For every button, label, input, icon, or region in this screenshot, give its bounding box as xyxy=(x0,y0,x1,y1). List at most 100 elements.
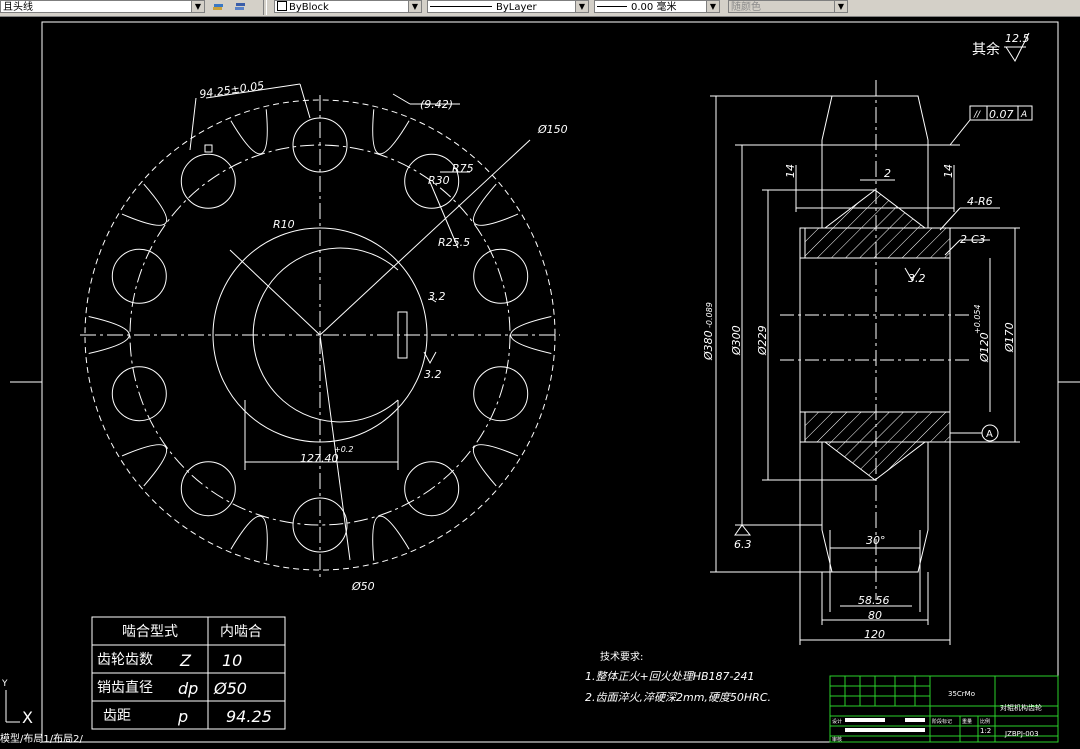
dim-r75: R75 xyxy=(452,162,474,175)
lineweight-dropdown[interactable]: 0.00 毫米 ▼ xyxy=(594,0,720,13)
tooth-flank xyxy=(230,515,268,561)
table-row-symbol: Z xyxy=(179,651,192,670)
dim-phi380: Ø380 xyxy=(702,330,715,361)
scale-value: 1:2 xyxy=(980,727,991,735)
linetype-value: ByLayer xyxy=(496,2,537,13)
chevron-down-icon[interactable]: ▼ xyxy=(834,1,847,12)
tooth-flank xyxy=(472,183,519,226)
color-swatch-icon xyxy=(277,1,287,11)
dim-pitch-tol: 94.25±0.05 xyxy=(199,79,265,101)
properties-toolbar: 且头线 ▼ ByBlock ▼ ByLayer ▼ 0.00 毫米 ▼ 随颜色 … xyxy=(0,0,1080,17)
pin-circle xyxy=(180,461,236,517)
linetype-dropdown[interactable]: ByLayer ▼ xyxy=(427,0,589,13)
hatch-upper-hub xyxy=(804,227,951,259)
dim-5856: 58.56 xyxy=(858,594,890,607)
table-row-value: 10 xyxy=(222,651,242,670)
lineweight-preview xyxy=(597,6,627,7)
dim-phi380-tol: -0.089 xyxy=(705,302,714,328)
hole-marker xyxy=(204,144,213,153)
chevron-down-icon[interactable]: ▼ xyxy=(575,1,588,12)
dim-14-right: 14 xyxy=(942,164,955,178)
leader-line xyxy=(949,119,971,146)
toolbar-separator xyxy=(263,0,267,15)
dim-phi170: Ø170 xyxy=(1003,322,1016,353)
table-row-label: 齿轮齿数 xyxy=(97,652,153,668)
hatch-upper-tooth xyxy=(823,189,927,229)
dim-phi300: Ø300 xyxy=(730,325,743,356)
tolerance-datum: A xyxy=(1020,110,1027,120)
layer-previous-icon[interactable] xyxy=(234,1,246,12)
dim-phi120-tol: +0.054 xyxy=(973,304,982,334)
roughness-note: 其余 12.5 xyxy=(972,32,1030,63)
chevron-down-icon[interactable]: ▼ xyxy=(408,1,421,12)
layer-manager-icon[interactable] xyxy=(212,1,224,12)
drawing-number: JZBPJ-003 xyxy=(1004,730,1039,738)
color-dropdown[interactable]: ByBlock ▼ xyxy=(274,0,422,13)
chevron-down-icon[interactable]: ▼ xyxy=(191,1,204,12)
tooth-flank xyxy=(372,515,410,561)
extension-line xyxy=(299,83,311,119)
dimension-line xyxy=(392,93,411,105)
ucs-icon: Y X xyxy=(1,679,33,727)
plotstyle-value: 随颜色 xyxy=(731,2,761,13)
title-block-fill xyxy=(845,718,885,722)
dim-2c3: 2-C3 xyxy=(960,233,986,246)
layout-tabs-text[interactable]: 模型/布局1/布局2/ xyxy=(0,734,83,745)
dim-4r6: 4-R6 xyxy=(967,195,993,208)
drawing-canvas[interactable]: 其余 12.5 94.25±0.05 (9.42) Ø150 R75 R30 R… xyxy=(0,16,1080,745)
dim-30deg: 30° xyxy=(866,534,886,547)
datum-label: A xyxy=(986,429,993,440)
label-stage: 阶段标记 xyxy=(932,718,952,725)
tooth-flank xyxy=(121,183,168,226)
dim-phi120: Ø120 xyxy=(978,332,991,363)
dim-12740-tol: +0.2 xyxy=(334,445,353,454)
label-review: 审核 xyxy=(832,736,842,743)
technical-requirements: 技术要求: 1.整体正火+回火处理HB187-241 2.齿面淬火,淬硬深2mm… xyxy=(585,650,771,704)
tooth-flank xyxy=(372,109,410,155)
dimension-style-dropdown[interactable]: 且头线 ▼ xyxy=(0,0,205,13)
chevron-down-icon[interactable]: ▼ xyxy=(706,1,719,12)
hatch-lower-tooth xyxy=(823,441,927,481)
label-ratio: 比例 xyxy=(980,718,990,725)
table-header-left: 啮合型式 xyxy=(122,624,178,640)
dim-roughness-32: 3.2 xyxy=(908,272,926,285)
dim-12740: 127.40 xyxy=(300,452,339,465)
tooth-flank xyxy=(230,109,268,155)
section-outline xyxy=(799,95,951,573)
table-row-symbol: dp xyxy=(178,679,198,698)
tech-req-title: 技术要求: xyxy=(600,650,643,663)
lineweight-value: 0.00 毫米 xyxy=(631,2,677,13)
sprocket-front-view xyxy=(80,83,560,580)
dim-2: 2 xyxy=(884,167,891,180)
label-design: 设计 xyxy=(832,718,842,725)
cad-drawing[interactable]: 其余 12.5 94.25±0.05 (9.42) Ø150 R75 R30 R… xyxy=(0,16,1080,745)
dim-phi50: Ø50 xyxy=(351,580,375,593)
linetype-preview xyxy=(430,6,492,7)
roughness-label: 其余 xyxy=(972,41,1000,58)
dim-80: 80 xyxy=(868,609,882,622)
tech-req-item-1: 1.整体正火+回火处理HB187-241 xyxy=(585,670,755,683)
tech-req-item-2: 2.齿面淬火,淬硬深2mm,硬度50HRC. xyxy=(585,691,771,704)
dim-roughness-32a: 3.2 xyxy=(428,290,446,303)
table-header-right: 内啮合 xyxy=(220,624,262,640)
table-row-label: 销齿直径 xyxy=(97,679,153,696)
leader-line xyxy=(229,249,321,336)
dim-r10: R10 xyxy=(273,218,295,231)
layout-tabs[interactable]: 模型/布局1/布局2/ xyxy=(0,735,300,745)
tooth-flank xyxy=(472,444,519,487)
part-name: 对辊机构齿轮 xyxy=(1000,703,1042,712)
ucs-x-label: X xyxy=(22,708,33,727)
dimension-style-value: 且头线 xyxy=(3,2,33,13)
dim-phi150: Ø150 xyxy=(537,123,568,136)
title-block-fill xyxy=(905,718,925,722)
table-row-value: 94.25 xyxy=(226,707,272,726)
material: 35CrMo xyxy=(948,690,975,698)
dim-942: (9.42) xyxy=(420,98,453,111)
dim-r30: R30 xyxy=(428,174,450,187)
plotstyle-dropdown[interactable]: 随颜色 ▼ xyxy=(728,0,848,13)
table-row-label: 齿距 xyxy=(103,708,131,724)
color-value: ByBlock xyxy=(289,2,329,13)
tolerance-value: 0.07 xyxy=(989,108,1014,121)
dim-r255: R25.5 xyxy=(438,236,470,249)
title-block: 35CrMo 对辊机构齿轮 JZBPJ-003 1:2 设计 审核 阶段标记 重… xyxy=(829,675,1059,743)
